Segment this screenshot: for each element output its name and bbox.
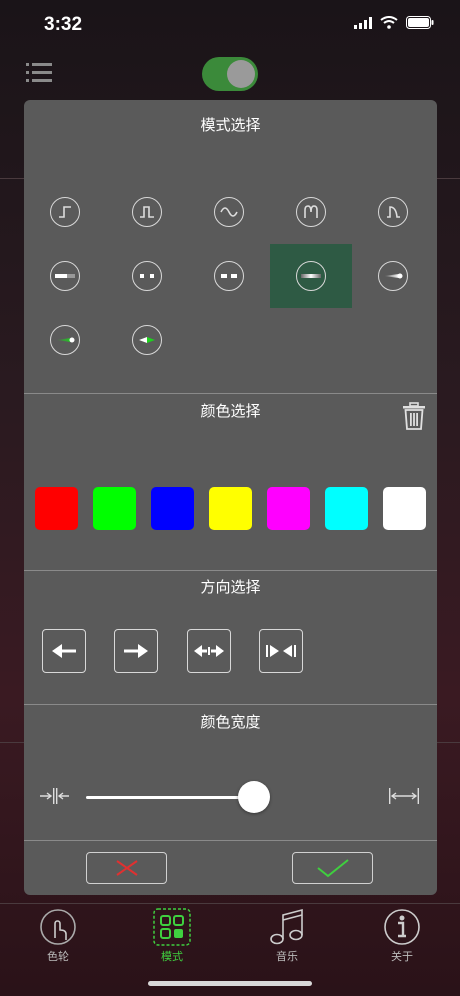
trash-icon[interactable] <box>402 402 426 430</box>
width-slider-track[interactable] <box>86 796 254 799</box>
mode-section-title: 模式选择 <box>200 116 261 134</box>
width-section-title: 颜色宽度 <box>200 713 261 731</box>
mode-step[interactable] <box>24 180 106 244</box>
power-toggle[interactable] <box>202 57 258 91</box>
direction-section-title: 方向选择 <box>200 578 261 596</box>
tab-label: 模式 <box>161 950 183 963</box>
status-icons <box>354 16 434 29</box>
mode-split-comet[interactable] <box>106 308 188 372</box>
narrow-width-icon <box>40 788 69 804</box>
dots-icon <box>132 261 162 291</box>
dashes-icon <box>214 261 244 291</box>
sine-wave-icon <box>214 197 244 227</box>
status-bar: 3:32 <box>0 0 460 50</box>
color-swatch[interactable] <box>267 487 310 530</box>
mode-gradient-bar[interactable] <box>270 244 352 308</box>
section-divider <box>24 570 437 571</box>
color-swatch[interactable] <box>383 487 426 530</box>
wifi-icon <box>380 16 398 29</box>
direction-left-button[interactable] <box>42 629 86 673</box>
section-divider <box>24 704 437 705</box>
info-icon <box>384 909 420 945</box>
color-swatch[interactable] <box>209 487 252 530</box>
tab-color-wheel[interactable]: 色轮 <box>28 908 88 964</box>
color-swatch[interactable] <box>325 487 368 530</box>
toggle-knob <box>227 60 255 88</box>
direction-outward-button[interactable] <box>187 629 231 673</box>
mode-dots[interactable] <box>106 244 188 308</box>
status-time: 3:32 <box>44 14 83 35</box>
home-indicator[interactable] <box>148 981 312 986</box>
section-divider <box>24 840 437 841</box>
tab-label: 音乐 <box>276 950 298 963</box>
tab-mode[interactable]: 模式 <box>142 908 202 964</box>
color-swatch[interactable] <box>35 487 78 530</box>
split-comet-icon <box>132 325 162 355</box>
mode-dashes[interactable] <box>188 244 270 308</box>
left-arrow-icon <box>52 644 76 658</box>
inward-arrows-icon <box>266 645 296 657</box>
music-note-icon <box>270 908 303 945</box>
mode-pulse[interactable] <box>106 180 188 244</box>
direction-inward-button[interactable] <box>259 629 303 673</box>
wide-width-icon <box>389 788 419 804</box>
bar-fade-icon <box>50 261 80 291</box>
tab-music[interactable]: 音乐 <box>257 908 317 964</box>
tab-label: 色轮 <box>47 950 69 963</box>
mode-sawtooth[interactable] <box>352 180 434 244</box>
mode-double-hump[interactable] <box>270 180 352 244</box>
step-wave-icon <box>50 197 80 227</box>
mode-comet[interactable] <box>352 244 434 308</box>
mode-bar-fade[interactable] <box>24 244 106 308</box>
color-swatch[interactable] <box>151 487 194 530</box>
close-icon <box>115 860 138 876</box>
mode-grid-icon <box>153 908 191 946</box>
sawtooth-wave-icon <box>378 197 408 227</box>
color-wheel-icon <box>40 909 76 945</box>
section-divider <box>24 393 437 394</box>
double-hump-icon <box>296 197 326 227</box>
direction-right-button[interactable] <box>114 629 158 673</box>
green-comet-icon <box>50 325 80 355</box>
confirm-button[interactable] <box>292 852 373 884</box>
check-icon <box>316 859 349 878</box>
color-swatch[interactable] <box>93 487 136 530</box>
right-arrow-icon <box>124 644 148 658</box>
tab-label: 关于 <box>391 950 413 963</box>
mode-panel: 模式选择 颜色选择 方向选择 颜色宽度 <box>24 100 437 895</box>
gradient-bar-icon <box>296 261 326 291</box>
width-slider-thumb[interactable] <box>238 781 270 813</box>
pulse-wave-icon <box>132 197 162 227</box>
tab-about[interactable]: 关于 <box>372 908 432 964</box>
comet-icon <box>378 261 408 291</box>
battery-icon <box>406 16 434 29</box>
menu-icon[interactable] <box>26 60 52 86</box>
mode-sine[interactable] <box>188 180 270 244</box>
cancel-button[interactable] <box>86 852 167 884</box>
mode-green-comet[interactable] <box>24 308 106 372</box>
signal-icon <box>354 16 372 29</box>
outward-arrows-icon <box>194 645 224 657</box>
color-section-title: 颜色选择 <box>200 402 261 420</box>
